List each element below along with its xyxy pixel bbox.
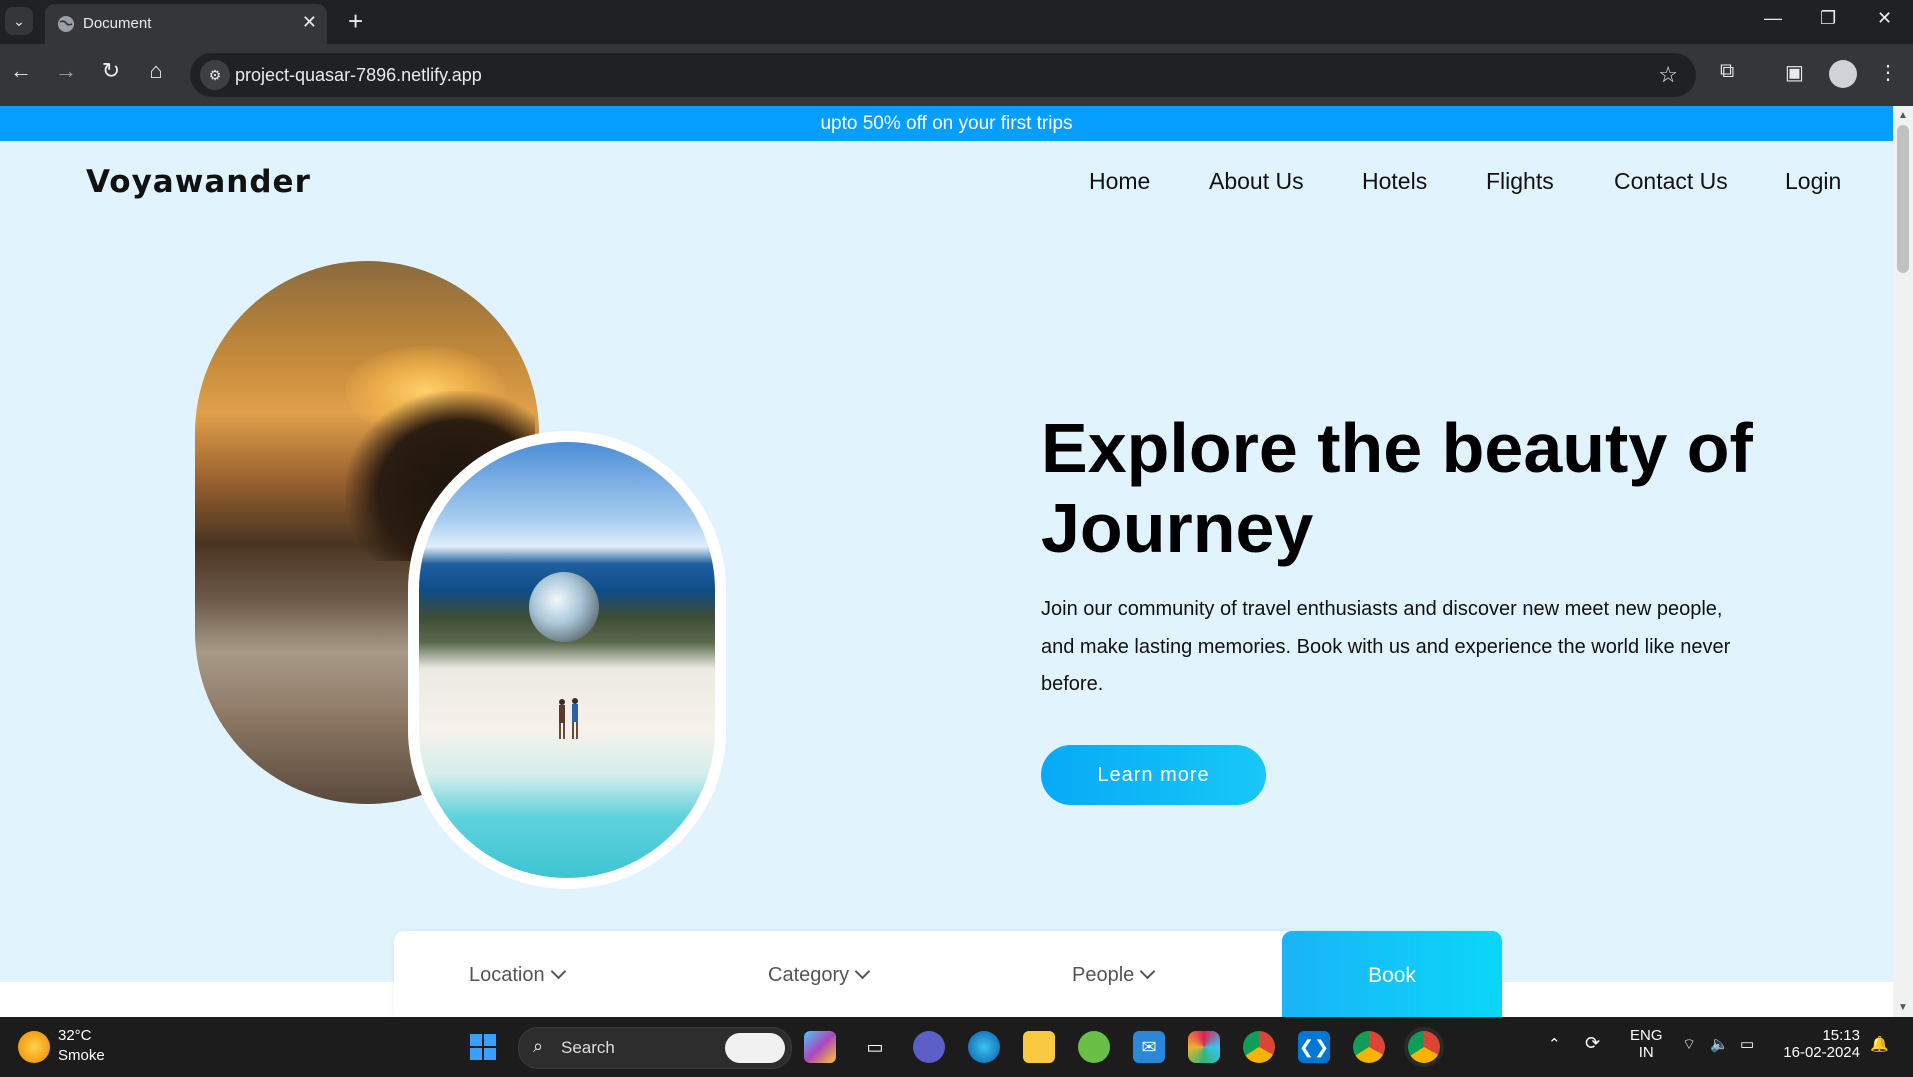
url-text[interactable]: project-quasar-7896.netlify.app bbox=[235, 65, 482, 86]
nav-about-us[interactable]: About Us bbox=[1209, 168, 1304, 195]
island-beach-image-frame bbox=[408, 431, 726, 889]
sync-icon[interactable]: ⟳ bbox=[1585, 1033, 1600, 1054]
chevron-down-icon bbox=[550, 963, 566, 980]
nav-flights[interactable]: Flights bbox=[1486, 168, 1554, 195]
booking-bar: Location Category People Book bbox=[394, 931, 1502, 1017]
browser-tab-bar: ⌄ Document ✕ + — ❐ ✕ bbox=[0, 0, 1913, 44]
side-panel-icon[interactable]: ▣ bbox=[1785, 60, 1804, 85]
globe-icon bbox=[58, 16, 74, 32]
show-hidden-icons-chevron-up-icon[interactable]: ⌃ bbox=[1548, 1035, 1561, 1053]
weather-condition[interactable]: Smoke bbox=[58, 1047, 105, 1064]
scroll-thumb[interactable] bbox=[1897, 125, 1909, 273]
restore-icon[interactable]: ❐ bbox=[1820, 8, 1836, 29]
chrome-icon[interactable] bbox=[1243, 1031, 1275, 1063]
spring-tool-icon[interactable] bbox=[1078, 1031, 1110, 1063]
clock-time: 15:13 bbox=[1822, 1027, 1860, 1044]
battery-icon[interactable]: ▭ bbox=[1740, 1035, 1754, 1053]
site-info-icon[interactable]: ⚙ bbox=[200, 60, 230, 90]
back-arrow-icon[interactable]: ← bbox=[6, 58, 36, 84]
copilot-icon[interactable] bbox=[804, 1031, 836, 1063]
brand-logo[interactable]: Voyawander bbox=[86, 164, 311, 200]
learn-more-button[interactable]: Learn more bbox=[1041, 745, 1266, 805]
chrome-profile-icon[interactable] bbox=[1353, 1031, 1385, 1063]
wifi-icon[interactable]: ⌔ bbox=[1682, 1035, 1696, 1054]
region-code: IN bbox=[1638, 1044, 1654, 1061]
new-tab-plus-icon[interactable]: + bbox=[348, 6, 363, 37]
tab-close-icon[interactable]: ✕ bbox=[302, 12, 317, 33]
file-explorer-icon[interactable] bbox=[1023, 1031, 1055, 1063]
taskbar-search-label: Search bbox=[561, 1038, 615, 1057]
home-icon[interactable]: ⌂ bbox=[141, 58, 171, 84]
category-dropdown[interactable]: Category bbox=[768, 963, 871, 987]
nav-hotels[interactable]: Hotels bbox=[1362, 168, 1427, 195]
language-indicator[interactable]: ENG IN bbox=[1630, 1027, 1663, 1061]
edge-browser-icon[interactable] bbox=[968, 1031, 1000, 1063]
reload-icon[interactable]: ↻ bbox=[96, 58, 126, 84]
scroll-down-arrow-icon[interactable]: ▼ bbox=[1898, 1002, 1908, 1013]
page-scrollbar[interactable]: ▲ ▼ bbox=[1893, 106, 1913, 1017]
nav-home[interactable]: Home bbox=[1089, 168, 1150, 195]
chevron-down-icon bbox=[854, 963, 871, 980]
clock[interactable]: 15:13 16-02-2024 bbox=[1780, 1027, 1860, 1061]
category-label: Category bbox=[768, 964, 850, 986]
profile-avatar[interactable] bbox=[1829, 60, 1857, 88]
volume-icon[interactable]: 🔈 bbox=[1710, 1035, 1729, 1053]
language-code: ENG bbox=[1630, 1027, 1663, 1044]
hero-description: Join our community of travel enthusiasts… bbox=[1041, 598, 1731, 695]
vscode-icon[interactable]: ❮❯ bbox=[1298, 1031, 1330, 1063]
web-page: upto 50% off on your first trips Voyawan… bbox=[0, 106, 1893, 1017]
hero-headline: Explore the beauty of Journey bbox=[1041, 409, 1753, 567]
bookmark-star-icon[interactable]: ☆ bbox=[1658, 62, 1678, 88]
hero-image-collage bbox=[195, 261, 735, 891]
kebab-menu-icon[interactable]: ⋮ bbox=[1878, 60, 1898, 85]
forward-arrow-icon[interactable]: → bbox=[51, 58, 81, 84]
location-dropdown[interactable]: Location bbox=[469, 963, 566, 987]
address-bar[interactable]: ⚙ project-quasar-7896.netlify.app ☆ bbox=[190, 53, 1696, 97]
slack-icon[interactable] bbox=[1188, 1031, 1220, 1063]
taskbar-search-box[interactable]: ⌕ Search bbox=[518, 1027, 792, 1069]
chevron-down-icon bbox=[1140, 963, 1156, 980]
browser-toolbar: ← → ↻ ⌂ ⚙ project-quasar-7896.netlify.ap… bbox=[0, 44, 1913, 106]
tab-title: Document bbox=[83, 15, 152, 32]
weather-temperature[interactable]: 32°C bbox=[58, 1027, 92, 1044]
windows-start-icon[interactable] bbox=[467, 1031, 499, 1063]
location-label: Location bbox=[469, 964, 545, 986]
nav-login[interactable]: Login bbox=[1785, 168, 1841, 195]
task-view-icon[interactable]: ▭ bbox=[859, 1031, 891, 1063]
scroll-up-arrow-icon[interactable]: ▲ bbox=[1898, 110, 1908, 121]
island-beach-image bbox=[419, 442, 715, 878]
extensions-puzzle-icon[interactable]: ⧉ bbox=[1720, 60, 1734, 83]
nav-contact-us[interactable]: Contact Us bbox=[1614, 168, 1728, 195]
copilot-highlight-icon bbox=[725, 1033, 785, 1063]
promo-banner: upto 50% off on your first trips bbox=[0, 106, 1893, 141]
people-dropdown[interactable]: People bbox=[1072, 963, 1156, 987]
book-button[interactable]: Book bbox=[1282, 931, 1502, 1017]
minimize-icon[interactable]: — bbox=[1764, 8, 1782, 29]
search-icon: ⌕ bbox=[533, 1036, 544, 1056]
mail-icon[interactable]: ✉ bbox=[1133, 1031, 1165, 1063]
window-close-icon[interactable]: ✕ bbox=[1877, 8, 1892, 29]
windows-taskbar: 32°C Smoke ⌕ Search ▭ ✉ ❮❯ ⌃ ⟳ ENG IN ⌔ … bbox=[0, 1017, 1913, 1077]
tab-search-chevron-down-icon[interactable]: ⌄ bbox=[5, 7, 33, 35]
notification-bell-icon[interactable]: 🔔 bbox=[1870, 1035, 1889, 1053]
weather-sun-icon[interactable] bbox=[18, 1031, 50, 1063]
browser-tab[interactable]: Document ✕ bbox=[45, 4, 327, 44]
clock-date: 16-02-2024 bbox=[1783, 1044, 1860, 1061]
teams-chat-icon[interactable] bbox=[913, 1031, 945, 1063]
chrome-active-icon[interactable] bbox=[1408, 1031, 1440, 1063]
people-label: People bbox=[1072, 964, 1135, 986]
